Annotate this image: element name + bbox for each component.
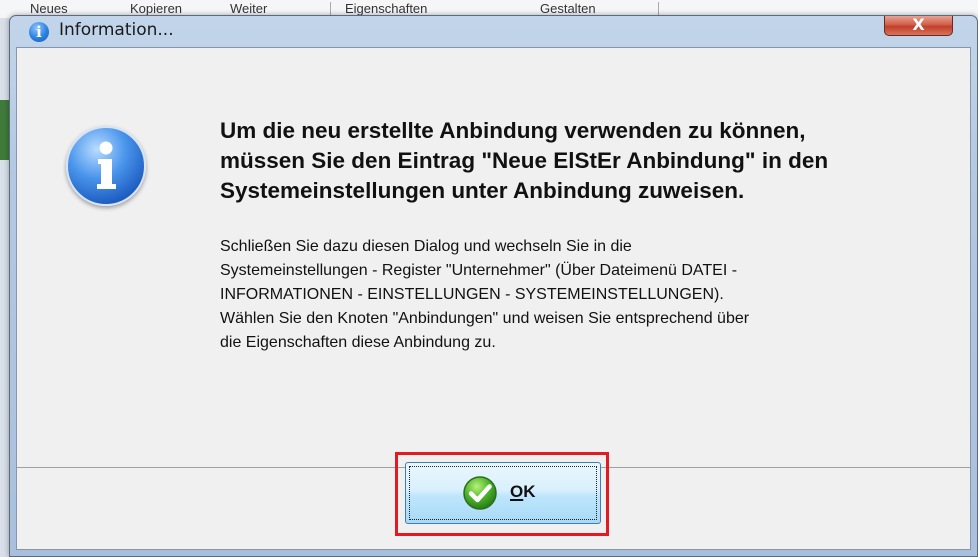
- dialog-titlebar[interactable]: i Information... X: [10, 16, 977, 46]
- dialog-content: Um die neu erstellte Anbindung verwenden…: [16, 47, 971, 550]
- headline-line: Systemeinstellungen unter Anbindung zuwe…: [220, 178, 745, 203]
- information-icon: [66, 126, 146, 206]
- background-menu-item: Neues: [30, 1, 68, 16]
- background-menu-item: Gestalten: [540, 1, 596, 16]
- ok-button-label: OK: [510, 482, 536, 502]
- headline-line: Um die neu erstellte Anbindung verwenden…: [220, 118, 806, 143]
- body-line: Systemeinstellungen - Register "Unterneh…: [220, 262, 738, 279]
- background-menu-item: Weiter: [230, 1, 268, 16]
- close-button[interactable]: X: [884, 16, 953, 36]
- body-line: die Eigenschaften diese Anbindung zu.: [220, 334, 496, 351]
- ok-button[interactable]: OK: [405, 462, 601, 524]
- ok-label-rest: K: [523, 482, 536, 501]
- background-menu-separator: [330, 2, 331, 16]
- body-line: Schließen Sie dazu diesen Dialog und wec…: [220, 238, 632, 255]
- info-icon: i: [29, 22, 49, 42]
- message-body: Schließen Sie dazu diesen Dialog und wec…: [220, 235, 960, 355]
- background-menu-separator: [658, 2, 659, 16]
- background-menu-item: Kopieren: [130, 1, 183, 16]
- close-icon: X: [912, 15, 925, 34]
- focus-rectangle: [409, 466, 597, 520]
- body-line: Wählen Sie den Knoten "Anbindungen" und …: [220, 310, 750, 327]
- background-menu-item: Eigenschaften: [345, 1, 428, 16]
- message-headline: Um die neu erstellte Anbindung verwenden…: [220, 116, 960, 206]
- dialog-title: Information...: [59, 20, 174, 40]
- information-dialog: i Information... X Um die neu erstellte …: [9, 15, 978, 557]
- headline-line: müssen Sie den Eintrag "Neue ElStEr Anbi…: [220, 148, 829, 173]
- ok-label-mnemonic: O: [510, 482, 524, 501]
- body-line: INFORMATIONEN - EINSTELLUNGEN - SYSTEMEI…: [220, 286, 724, 303]
- information-icon-glyph: [97, 141, 116, 189]
- green-check-icon: [463, 476, 497, 510]
